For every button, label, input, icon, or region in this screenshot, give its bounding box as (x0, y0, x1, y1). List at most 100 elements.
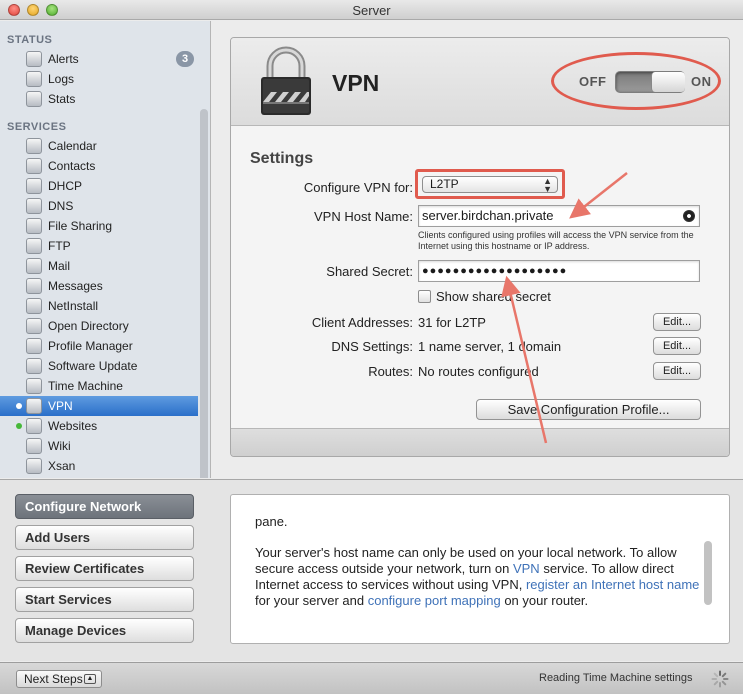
save-configuration-profile-button[interactable]: Save Configuration Profile... (476, 399, 701, 420)
sidebar-item-netinstall[interactable]: NetInstall (0, 296, 198, 316)
client-addresses-label: Client Addresses: (311, 315, 413, 330)
edit-routes-button[interactable]: Edit... (653, 362, 701, 380)
sidebar-item-dhcp[interactable]: DHCP (0, 176, 198, 196)
settings-heading: Settings (250, 150, 314, 167)
shared-secret-label: Shared Secret: (326, 264, 413, 279)
sidebar-item-label: VPN (48, 399, 73, 413)
lock-icon (261, 46, 311, 115)
dns-icon (26, 198, 42, 214)
vpn-header: VPN OFF ON (231, 38, 729, 126)
vpn-on-off-switch[interactable] (615, 71, 685, 93)
profile-manager-icon (26, 338, 42, 354)
client-addresses-value: 31 for L2TP (418, 315, 486, 330)
host-name-field[interactable]: server.birdchan.private (418, 205, 700, 227)
configure-port-mapping-link[interactable]: configure port mapping (368, 593, 501, 608)
host-name-action-icon[interactable] (683, 210, 695, 222)
shared-secret-field[interactable]: ●●●●●●●●●●●●●●●●●●● (418, 260, 700, 282)
software-update-icon (26, 358, 42, 374)
next-steps-content: pane. Your server's host name can only b… (230, 494, 730, 644)
sidebar-item-label: Alerts (48, 52, 79, 66)
paragraph-text: on your router. (500, 593, 589, 608)
window-title: Server (352, 3, 391, 18)
vpn-icon (26, 398, 42, 414)
xsan-icon (26, 458, 42, 474)
select-arrows-icon: ▲ ▼ (543, 176, 552, 194)
sidebar-item-label: NetInstall (48, 299, 99, 313)
sidebar-item-label: Messages (48, 279, 103, 293)
sidebar-item-xsan[interactable]: Xsan (0, 456, 198, 476)
sidebar-item-file-sharing[interactable]: File Sharing (0, 216, 198, 236)
sidebar-item-logs[interactable]: Logs (0, 69, 198, 89)
sidebar-item-ftp[interactable]: FTP (0, 236, 198, 256)
next-step-review-certificates-button[interactable]: Review Certificates (15, 556, 194, 581)
sidebar-item-calendar[interactable]: Calendar (0, 136, 198, 156)
service-running-indicator (16, 423, 22, 429)
spinner-icon (711, 670, 729, 688)
ftp-icon (26, 238, 42, 254)
stats-icon (26, 91, 42, 107)
next-step-configure-network-button[interactable]: Configure Network (15, 494, 194, 519)
sidebar-item-label: Xsan (48, 459, 76, 473)
page-title: VPN (332, 70, 380, 96)
dhcp-icon (26, 178, 42, 194)
file-sharing-icon (26, 218, 42, 234)
sidebar-item-label: Calendar (48, 139, 97, 153)
toggle-on-label: ON (691, 74, 712, 89)
alerts-count-badge: 3 (176, 51, 194, 67)
sidebar-item-label: Open Directory (48, 319, 129, 333)
time-machine-icon (26, 378, 42, 394)
sidebar-item-open-directory[interactable]: Open Directory (0, 316, 198, 336)
configure-vpn-label: Configure VPN for: (303, 180, 413, 195)
vpn-type-select[interactable]: L2TP ▲ ▼ (422, 176, 558, 194)
sidebar-item-messages[interactable]: Messages (0, 276, 198, 296)
routes-value: No routes configured (418, 364, 539, 379)
sidebar-item-label: File Sharing (48, 219, 113, 233)
mail-icon (26, 258, 42, 274)
sidebar-item-label: Mail (48, 259, 71, 273)
status-text: Reading Time Machine settings (539, 672, 693, 684)
calendar-icon (26, 138, 42, 154)
host-name-value: server.birdchan.private (422, 208, 554, 223)
sidebar-item-contacts[interactable]: Contacts (0, 156, 198, 176)
sidebar-item-profile-manager[interactable]: Profile Manager (0, 336, 198, 356)
sidebar-item-stats[interactable]: Stats (0, 89, 198, 109)
sidebar-item-wiki[interactable]: Wiki (0, 436, 198, 456)
next-step-start-services-button[interactable]: Start Services (15, 587, 194, 612)
next-step-add-users-button[interactable]: Add Users (15, 525, 194, 550)
sidebar-item-label: Logs (48, 72, 75, 86)
sidebar-item-label: FTP (48, 239, 71, 253)
edit-dns-settings-button[interactable]: Edit... (653, 337, 701, 355)
sidebar-scrollbar[interactable] (200, 109, 208, 478)
paragraph-text: for your server and (255, 593, 368, 608)
annotation-rectangle: L2TP ▲ ▼ (415, 169, 565, 199)
vpn-panel-footer (231, 428, 729, 456)
shared-secret-value: ●●●●●●●●●●●●●●●●●●● (422, 265, 568, 277)
edit-client-addresses-button[interactable]: Edit... (653, 313, 701, 331)
switch-knob[interactable] (651, 72, 685, 92)
sidebar-item-mail[interactable]: Mail (0, 256, 198, 276)
sidebar-heading-services: SERVICES (7, 121, 67, 133)
vpn-link[interactable]: VPN (513, 561, 540, 576)
logs-icon (26, 71, 42, 87)
show-secret-checkbox[interactable] (418, 290, 431, 303)
service-running-indicator (16, 403, 22, 409)
sidebar-item-software-update[interactable]: Software Update (0, 356, 198, 376)
sidebar-item-websites[interactable]: Websites (0, 416, 198, 436)
disclosure-icon: ▲ (84, 674, 96, 684)
sidebar-item-time-machine[interactable]: Time Machine (0, 376, 198, 396)
netinstall-icon (26, 298, 42, 314)
register-host-name-link[interactable]: register an Internet host name (526, 577, 699, 592)
next-steps-label: Next Steps (24, 672, 83, 686)
sidebar-item-label: Contacts (48, 159, 96, 173)
alert-icon (26, 51, 42, 67)
next-steps-scrollbar[interactable] (704, 541, 712, 605)
sidebar-item-dns[interactable]: DNS (0, 196, 198, 216)
sidebar-item-alerts[interactable]: Alerts 3 (0, 49, 198, 69)
sidebar-item-label: Profile Manager (48, 339, 133, 353)
host-name-label: VPN Host Name: (314, 209, 413, 224)
next-step-manage-devices-button[interactable]: Manage Devices (15, 618, 194, 643)
next-steps-paragraph: Your server's host name can only be used… (255, 545, 705, 609)
sidebar-item-vpn[interactable]: VPN (0, 396, 198, 416)
sidebar-item-label: Wiki (48, 439, 71, 453)
next-steps-toggle-button[interactable]: Next Steps ▲ (16, 670, 102, 688)
